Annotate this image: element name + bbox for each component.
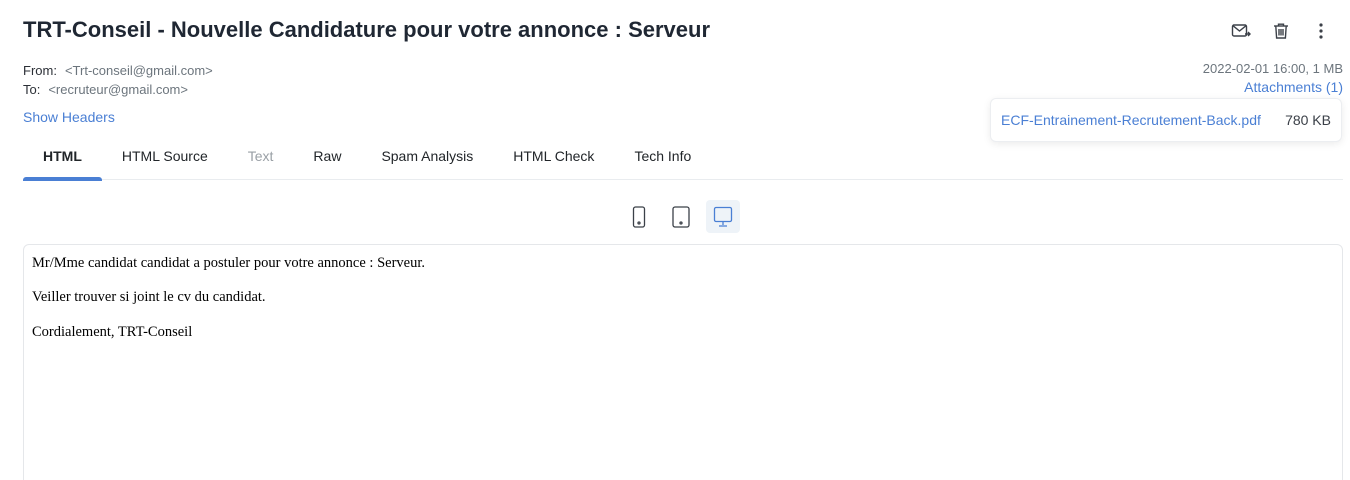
tab-text: Text (247, 148, 274, 164)
message-preview-frame: Mr/Mme candidat candidat a postuler pour… (23, 244, 1343, 480)
to-row: To: <recruteur@gmail.com> (23, 80, 213, 99)
message-date-size: 2022-02-01 16:00, 1 MB (1202, 61, 1343, 76)
message-meta: From: <Trt-conseil@gmail.com> To: <recru… (23, 61, 213, 99)
desktop-icon (713, 206, 733, 227)
view-tabs: HTML HTML Source Text Raw Spam Analysis … (23, 138, 1343, 181)
from-row: From: <Trt-conseil@gmail.com> (23, 61, 213, 80)
tablet-view-button[interactable] (664, 200, 698, 233)
to-address: <recruteur@gmail.com> (48, 82, 188, 97)
device-view-switcher (622, 200, 740, 233)
from-address: <Trt-conseil@gmail.com> (64, 63, 213, 78)
body-line: Mr/Mme candidat candidat a postuler pour… (32, 255, 425, 271)
attachment-file-link[interactable]: ECF-Entrainement-Recrutement-Back.pdf (1001, 112, 1261, 128)
show-headers-link[interactable]: Show Headers (23, 109, 115, 125)
forward-button[interactable] (1226, 18, 1256, 44)
tab-html-source[interactable]: HTML Source (102, 138, 228, 180)
from-label: From: (23, 63, 57, 78)
attachments-dropdown: ECF-Entrainement-Recrutement-Back.pdf 78… (990, 98, 1342, 142)
phone-icon (632, 205, 646, 228)
message-subject: TRT-Conseil - Nouvelle Candidature pour … (23, 17, 711, 42)
tab-tech-info[interactable]: Tech Info (614, 138, 711, 180)
phone-view-button[interactable] (622, 200, 656, 233)
trash-icon (1274, 23, 1288, 39)
delete-button[interactable] (1266, 18, 1296, 44)
tab-html-check[interactable]: HTML Check (493, 138, 614, 180)
to-label: To: (23, 82, 41, 97)
desktop-view-button[interactable] (706, 200, 740, 233)
tab-spam-analysis[interactable]: Spam Analysis (361, 138, 493, 180)
more-vertical-icon (1319, 23, 1323, 39)
message-view: TRT-Conseil - Nouvelle Candidature pour … (0, 0, 1350, 480)
mail-forward-icon (1231, 24, 1251, 37)
tab-html[interactable]: HTML (23, 138, 102, 181)
tablet-icon (672, 205, 690, 228)
body-line: Veiller trouver si joint le cv du candid… (32, 289, 266, 306)
body-line: Cordialement, TRT-Conseil (32, 323, 193, 340)
attachment-file-size: 780 KB (1285, 112, 1331, 128)
attachments-link[interactable]: Attachments (1) (1244, 79, 1343, 95)
tab-raw[interactable]: Raw (293, 138, 361, 180)
message-actions (1226, 18, 1336, 44)
more-options-button[interactable] (1306, 18, 1336, 44)
